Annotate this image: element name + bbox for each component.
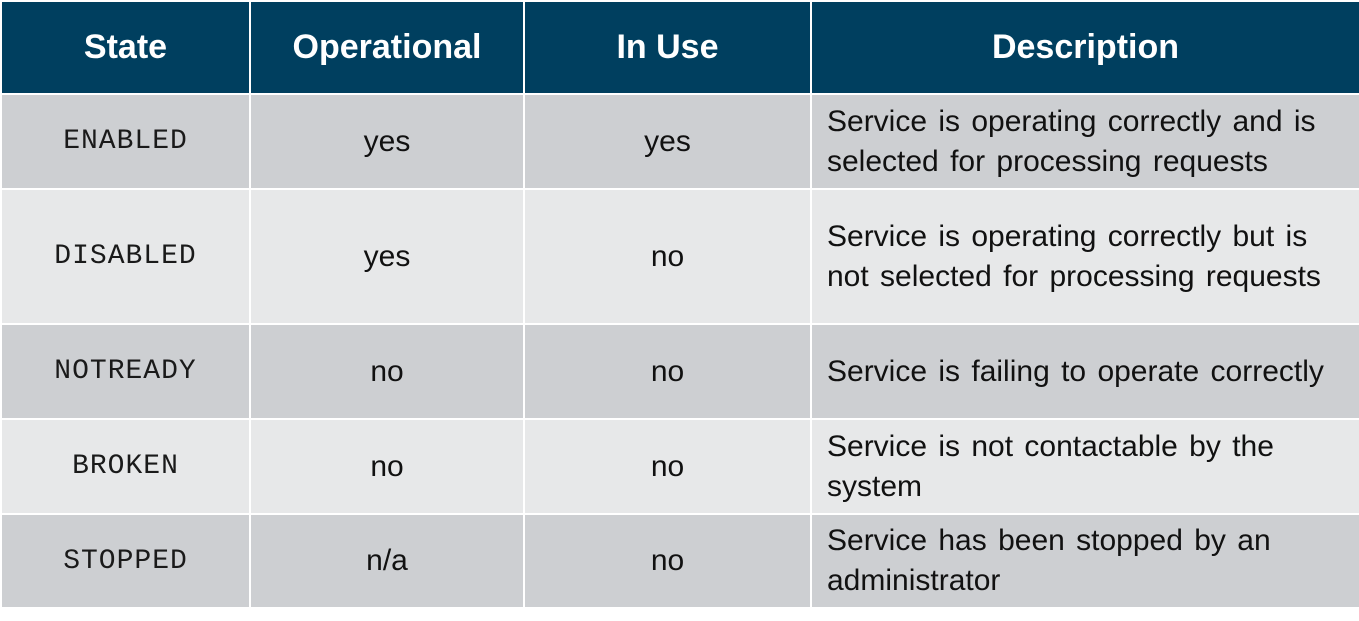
in-use-cell: no [523, 418, 812, 515]
header-description: Description [810, 0, 1359, 95]
description-cell: Service has been stopped by an administr… [810, 513, 1359, 609]
in-use-cell: no [523, 188, 812, 325]
table-row: ENABLED yes yes Service is operating cor… [0, 93, 1359, 190]
service-state-table-container: State Operational In Use Description ENA… [0, 0, 1359, 609]
operational-cell: n/a [249, 513, 525, 609]
operational-cell: no [249, 418, 525, 515]
description-cell: Service is failing to operate correctly [810, 323, 1359, 420]
table-body: ENABLED yes yes Service is operating cor… [0, 93, 1359, 609]
in-use-cell: no [523, 323, 812, 420]
table-row: DISABLED yes no Service is operating cor… [0, 188, 1359, 325]
operational-cell: yes [249, 93, 525, 190]
operational-cell: yes [249, 188, 525, 325]
in-use-cell: no [523, 513, 812, 609]
state-cell: BROKEN [0, 418, 251, 515]
description-cell: Service is operating correctly and is se… [810, 93, 1359, 190]
state-cell: DISABLED [0, 188, 251, 325]
table-row: NOTREADY no no Service is failing to ope… [0, 323, 1359, 420]
in-use-cell: yes [523, 93, 812, 190]
table-row: BROKEN no no Service is not contactable … [0, 418, 1359, 515]
state-cell: ENABLED [0, 93, 251, 190]
header-state: State [0, 0, 251, 95]
description-cell: Service is operating correctly but is no… [810, 188, 1359, 325]
description-cell: Service is not contactable by the system [810, 418, 1359, 515]
state-cell: NOTREADY [0, 323, 251, 420]
table-row: STOPPED n/a no Service has been stopped … [0, 513, 1359, 609]
state-cell: STOPPED [0, 513, 251, 609]
header-in-use: In Use [523, 0, 812, 95]
table-header: State Operational In Use Description [0, 0, 1359, 95]
header-row: State Operational In Use Description [0, 0, 1359, 95]
header-operational: Operational [249, 0, 525, 95]
operational-cell: no [249, 323, 525, 420]
service-state-table: State Operational In Use Description ENA… [0, 0, 1359, 609]
